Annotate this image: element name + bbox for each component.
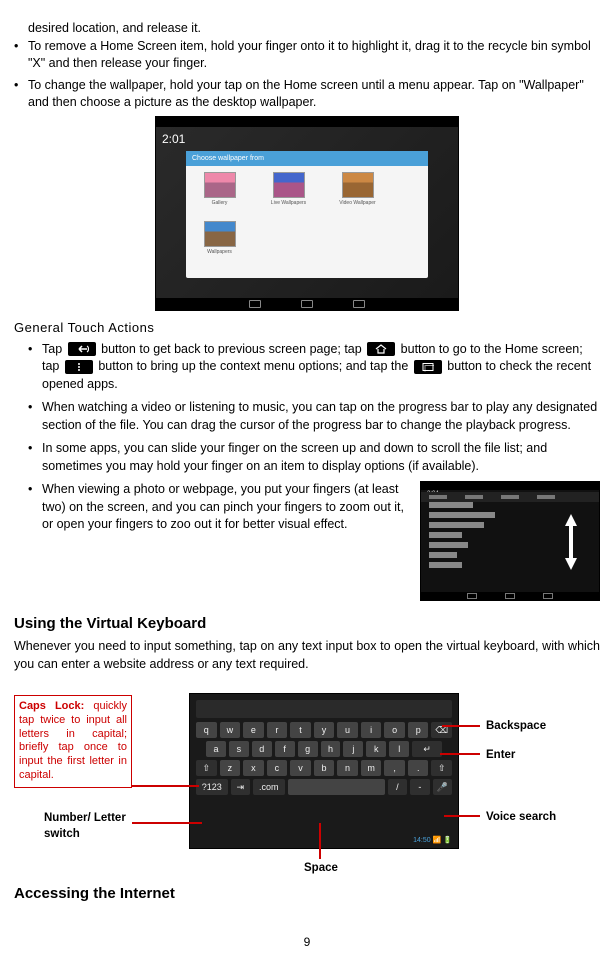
text: button to bring up the context menu opti…	[98, 359, 411, 373]
bullet-change-wallpaper: To change the wallpaper, hold your tap o…	[14, 77, 600, 112]
recent-apps-icon	[414, 360, 442, 374]
general-touch-heading: General Touch Actions	[14, 319, 600, 337]
general-touch-list: Tap button to get back to previous scree…	[14, 341, 600, 606]
accessing-internet-heading: Accessing the Internet	[14, 883, 600, 904]
keyboard-diagram: Caps Lock: quickly tap twice to input al…	[14, 685, 600, 875]
bullet-pinch-zoom: 2:04 When viewing a photo or webpage, yo…	[14, 481, 600, 605]
back-icon	[68, 342, 96, 356]
wallpaper-screenshot: 2:01 Choose wallpaper from Gallery Live …	[155, 116, 459, 311]
space-label: Space	[304, 860, 338, 876]
bullet-progress-bar: When watching a video or listening to mu…	[14, 399, 600, 434]
home-icon	[367, 342, 395, 356]
dialog-item-video: Video Wallpaper	[330, 200, 385, 207]
caps-lock-label: Caps Lock:	[19, 700, 84, 712]
wallpaper-dialog: Choose wallpaper from Gallery Live Wallp…	[186, 151, 428, 278]
text: button to get back to previous screen pa…	[101, 342, 365, 356]
page-number: 9	[14, 934, 600, 951]
screenshot-clock: 2:01	[162, 131, 185, 148]
text: Tap	[42, 342, 66, 356]
bullet-nav-buttons: Tap button to get back to previous scree…	[14, 341, 600, 394]
virtual-keyboard-heading: Using the Virtual Keyboard	[14, 613, 600, 634]
bullet-remove-item: To remove a Home Screen item, hold your …	[14, 38, 600, 73]
backspace-label: Backspace	[486, 718, 546, 734]
dialog-title: Choose wallpaper from	[186, 151, 428, 167]
kb-time: 14:50	[413, 837, 431, 844]
enter-label: Enter	[486, 747, 515, 763]
caps-lock-callout: Caps Lock: quickly tap twice to input al…	[14, 695, 132, 788]
voice-label: Voice search	[486, 809, 556, 825]
scroll-screenshot: 2:04	[420, 481, 600, 601]
menu-icon	[65, 360, 93, 374]
intro-continuation: desired location, and release it.	[14, 20, 600, 38]
keyboard-screenshot: qwertyuiop⌫ asdfghjkl↵ ⇧zxcvbnm,.⇧ ?123⇥…	[189, 693, 459, 849]
dialog-item-live: Live Wallpapers	[261, 200, 316, 207]
text: When viewing a photo or webpage, you put…	[42, 482, 404, 531]
intro-bullets: To remove a Home Screen item, hold your …	[14, 38, 600, 112]
caps-lock-text: quickly tap twice to input all letters i…	[19, 700, 127, 781]
bullet-scroll-list: In some apps, you can slide your finger …	[14, 440, 600, 475]
number-letter-label: Number/ Letter switch	[44, 810, 134, 842]
dialog-item-gallery: Gallery	[192, 200, 247, 207]
dialog-item-wallpapers: Wallpapers	[192, 249, 247, 256]
virtual-keyboard-para: Whenever you need to input something, ta…	[14, 638, 600, 673]
